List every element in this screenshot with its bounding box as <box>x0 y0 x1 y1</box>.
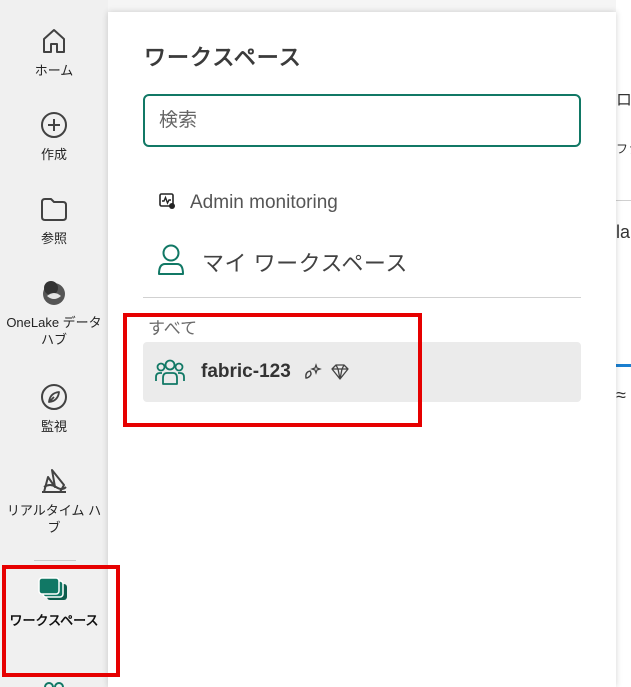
bg-accent-line <box>616 364 631 367</box>
bg-fragment-3: la <box>616 222 631 242</box>
premium-diamond-icon <box>329 361 351 383</box>
my-workspace-label: マイ ワークスペース <box>202 251 408 276</box>
nav-item-label: ワークスペース <box>9 613 99 628</box>
nav-divider <box>34 560 76 561</box>
bg-fragment-2: ファ <box>616 142 631 156</box>
plus-circle-icon <box>37 108 71 142</box>
nav-item-create[interactable]: 作成 <box>0 108 108 163</box>
home-icon <box>37 24 71 58</box>
my-workspace-item[interactable]: マイ ワークスペース <box>156 244 408 280</box>
nav-rail: ホーム 作成 参照 OneLake データ ハブ 監視 リアルタイム ハブ ワー… <box>0 0 108 687</box>
flyout-title: ワークスペース <box>144 45 302 70</box>
background-content: ロ ファ la ≈ <box>616 0 631 687</box>
nav-item-label: 作成 <box>40 147 67 162</box>
nav-item-more[interactable] <box>0 676 108 687</box>
monitor-icon <box>37 380 71 414</box>
workspaces-flyout: ワークスペース Admin monitoring マイ ワークスペース すべて <box>108 12 616 687</box>
people-icon <box>37 676 71 687</box>
bg-fragment-4: ≈ <box>616 385 626 405</box>
nav-item-home[interactable]: ホーム <box>0 24 108 79</box>
nav-item-label: 参照 <box>40 231 67 246</box>
nav-item-label: ホーム <box>34 63 74 78</box>
nav-item-realtime-hub[interactable]: リアルタイム ハブ <box>0 464 108 536</box>
section-divider <box>143 297 581 298</box>
bg-fragment-1: ロ <box>616 92 631 109</box>
folder-icon <box>37 192 71 226</box>
onelake-icon <box>37 276 71 310</box>
bg-divider <box>616 200 631 201</box>
admin-monitoring-item[interactable]: Admin monitoring <box>158 190 338 216</box>
search-input[interactable] <box>143 94 581 147</box>
workspaces-icon <box>37 574 71 608</box>
nav-item-browse[interactable]: 参照 <box>0 192 108 247</box>
workspace-name: fabric-123 <box>201 361 291 382</box>
nav-item-label: OneLake データ ハブ <box>6 315 102 347</box>
person-icon <box>156 243 186 282</box>
realtime-hub-icon <box>37 464 71 498</box>
sparkle-capacity-icon <box>301 361 323 383</box>
workspace-item-fabric-123[interactable]: fabric-123 <box>143 342 581 402</box>
nav-item-monitor[interactable]: 監視 <box>0 380 108 435</box>
nav-item-workspaces[interactable]: ワークスペース <box>0 574 108 629</box>
section-label-all: すべて <box>148 319 198 338</box>
nav-item-onelake[interactable]: OneLake データ ハブ <box>0 276 108 348</box>
nav-item-label: 監視 <box>40 419 67 434</box>
nav-item-label: リアルタイム ハブ <box>6 503 102 535</box>
admin-monitoring-label: Admin monitoring <box>190 192 338 213</box>
admin-monitoring-icon <box>158 192 176 215</box>
group-workspace-icon <box>153 355 187 389</box>
